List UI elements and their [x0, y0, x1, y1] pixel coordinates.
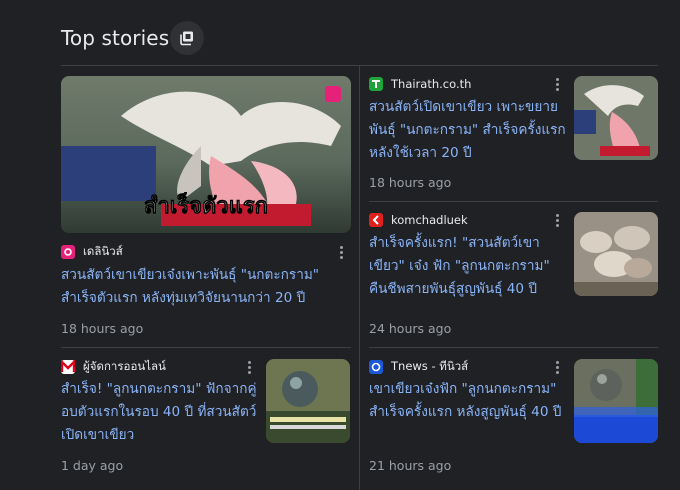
story-headline[interactable]: สวนสัตว์เปิดเขาเขียว เพาะขยายพันธุ์ "นกต…: [369, 96, 567, 165]
story-headline[interactable]: สำเร็จครั้งแรก! "สวนสัตว์เขาเขียว" เจ๋ง …: [369, 232, 567, 301]
story-headline[interactable]: สวนสัตว์เขาเขียวเจ๋งเพาะพันธุ์ "นกตะกราม…: [61, 264, 351, 310]
story-thumbnail: [574, 359, 658, 443]
row-divider: [369, 347, 658, 348]
more-options-icon[interactable]: [334, 244, 348, 260]
tnews-logo-icon: [369, 360, 383, 374]
story-thumbnail: [574, 76, 658, 160]
komchadluek-logo-icon: [369, 213, 383, 227]
story-source: เดลินิวส์: [61, 244, 123, 260]
page-title: Top stories: [61, 26, 170, 50]
dailynews-logo-icon: [61, 245, 75, 259]
story-thumbnail: [574, 212, 658, 296]
story-card-thairath[interactable]: Thairath.co.th สวนสัตว์เปิดเขาเขียว เพาะ…: [369, 76, 658, 196]
row-divider: [369, 201, 658, 202]
story-time: 24 hours ago: [369, 321, 452, 336]
story-image: สำเร็จตัวแรก: [61, 76, 351, 233]
source-name: Thairath.co.th: [391, 77, 472, 91]
story-time: 18 hours ago: [61, 321, 144, 336]
thairath-logo-icon: [369, 77, 383, 91]
story-source: Tnews - ทีนิวส์: [369, 359, 468, 375]
story-headline[interactable]: เขาเขียวเจ๋งฟัก "ลูกนกตะกราม" สำเร็จครั้…: [369, 378, 567, 424]
source-name: Tnews - ทีนิวส์: [391, 359, 469, 373]
image-caption: สำเร็จตัวแรก: [144, 191, 268, 219]
source-name: komchadluek: [391, 213, 468, 227]
story-source: komchadluek: [369, 212, 468, 228]
row-divider: [61, 347, 351, 348]
story-time: 18 hours ago: [369, 175, 452, 190]
story-headline[interactable]: สำเร็จ! "ลูกนกตะกราม" ฟักจากคู่อบตัวแรกใ…: [61, 378, 261, 447]
story-card-manager[interactable]: ผู้จัดการออนไลน์ สำเร็จ! "ลูกนกตะกราม" ฟ…: [61, 358, 351, 480]
manager-logo-icon: [61, 360, 75, 374]
more-options-icon[interactable]: [550, 76, 564, 92]
source-name: ผู้จัดการออนไลน์: [83, 359, 166, 373]
more-options-icon[interactable]: [550, 359, 564, 375]
story-thumbnail: [266, 359, 350, 443]
story-time: 1 day ago: [61, 458, 124, 473]
column-divider: [359, 66, 360, 490]
story-source: ผู้จัดการออนไลน์: [61, 359, 166, 375]
more-options-icon[interactable]: [550, 212, 564, 228]
story-card-tnews[interactable]: Tnews - ทีนิวส์ เขาเขียวเจ๋งฟัก "ลูกนกตะ…: [369, 358, 658, 480]
story-card-komchadluek[interactable]: komchadluek สำเร็จครั้งแรก! "สวนสัตว์เขา…: [369, 212, 658, 338]
source-name: เดลินิวส์: [83, 244, 123, 258]
story-source: Thairath.co.th: [369, 76, 471, 92]
more-options-icon[interactable]: [242, 359, 256, 375]
story-card-dailynews[interactable]: สำเร็จตัวแรก เดลินิวส์ สวนสัตว์เขาเขียวเ…: [61, 76, 351, 346]
stories-view-button[interactable]: [170, 21, 204, 55]
stack-icon: [180, 31, 193, 46]
top-stories-header: Top stories: [61, 20, 169, 56]
story-time: 21 hours ago: [369, 458, 452, 473]
